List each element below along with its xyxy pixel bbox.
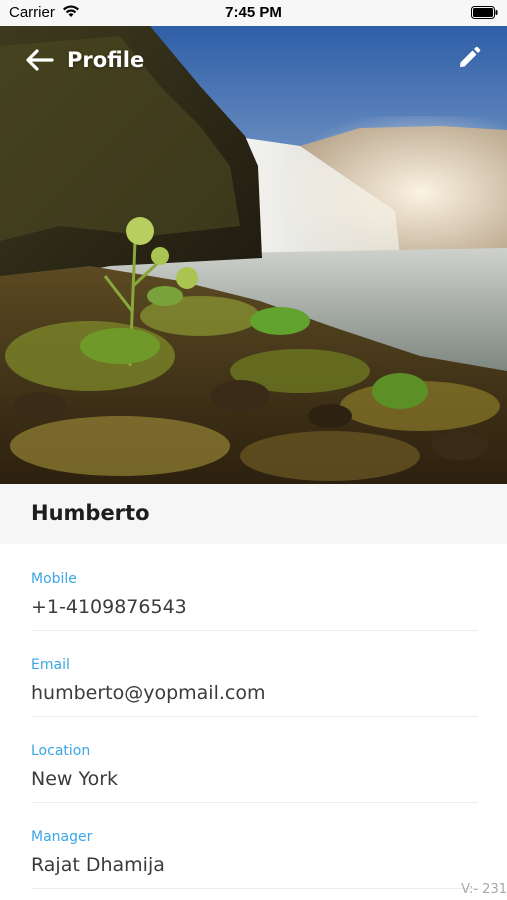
edit-pencil-icon[interactable] bbox=[457, 46, 481, 70]
location-field: Location New York bbox=[31, 716, 478, 803]
clock: 7:45 PM bbox=[225, 4, 282, 21]
mobile-value: +1-4109876543 bbox=[31, 596, 187, 618]
app-version-label: V:- 231 bbox=[461, 882, 507, 897]
status-bar: Carrier 7:45 PM bbox=[0, 0, 507, 26]
mobile-field: Mobile +1-4109876543 bbox=[31, 544, 478, 631]
location-value: New York bbox=[31, 768, 119, 790]
top-nav-bar: Profile bbox=[0, 26, 507, 96]
email-value: humberto@yopmail.com bbox=[31, 682, 266, 704]
page-title: Profile bbox=[67, 48, 145, 72]
profile-name: Humberto bbox=[31, 501, 150, 525]
back-arrow-icon[interactable] bbox=[24, 48, 54, 72]
mobile-label: Mobile bbox=[31, 571, 77, 587]
manager-label: Manager bbox=[31, 829, 93, 845]
email-label: Email bbox=[31, 657, 70, 673]
email-field: Email humberto@yopmail.com bbox=[31, 630, 478, 717]
manager-value: Rajat Dhamija bbox=[31, 854, 165, 876]
location-label: Location bbox=[31, 743, 91, 759]
profile-name-bar: Humberto bbox=[0, 484, 507, 544]
battery-icon bbox=[471, 6, 498, 19]
manager-field: Manager Rajat Dhamija bbox=[31, 802, 478, 889]
